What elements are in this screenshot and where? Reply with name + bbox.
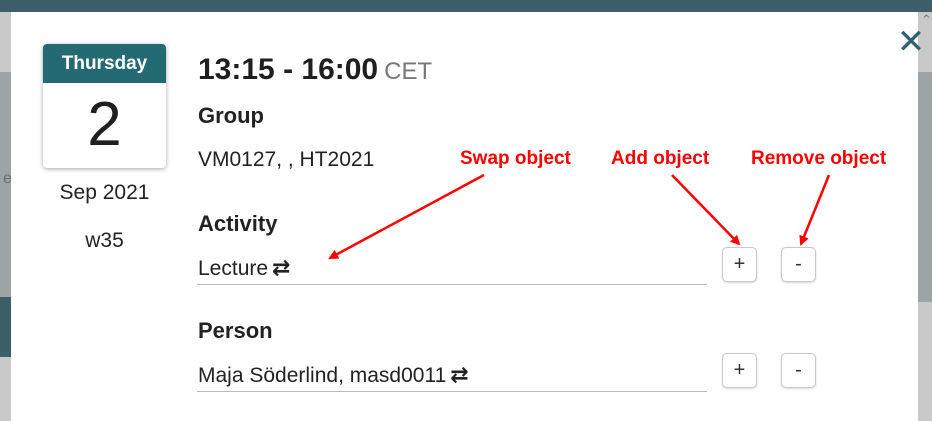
swap-annotation-arrow: [328, 173, 485, 260]
remove-annotation-arrow: [799, 174, 831, 246]
annotation-arrows: [328, 173, 831, 260]
add-annotation-arrow: [671, 174, 741, 246]
